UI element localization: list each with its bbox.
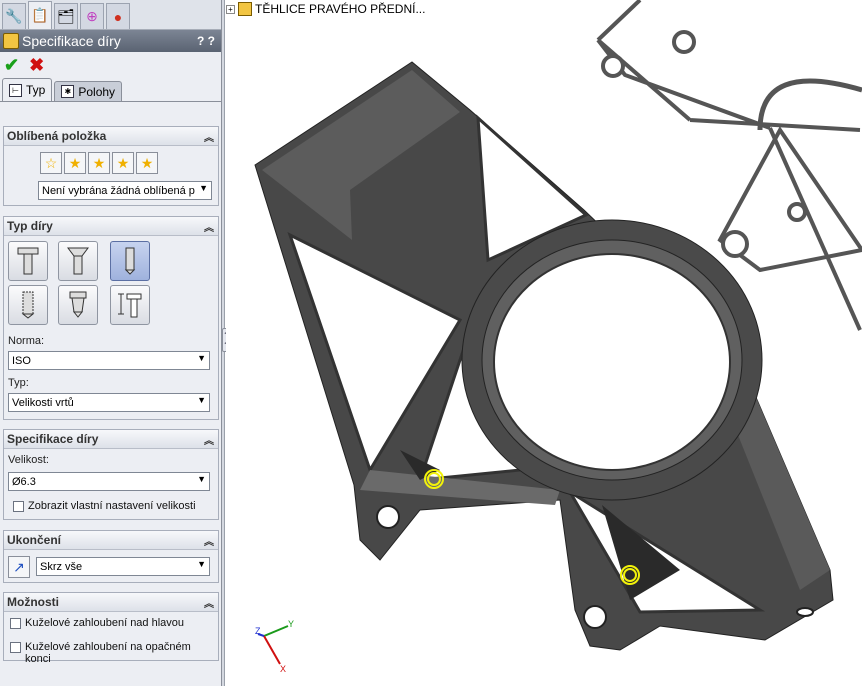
counterbore-button[interactable]	[8, 241, 48, 281]
property-manager-header: Specifikace díry ? ?	[0, 30, 221, 52]
type-tab-icon: ⊢	[9, 83, 22, 97]
collapse-chevron-icon[interactable]: ︽	[204, 533, 214, 548]
featuremanager-icon: 🔧	[5, 8, 23, 24]
save-favorite-icon[interactable]: ★	[112, 152, 134, 174]
end-condition-group: Ukončení ︽ ↗ Skrz vše ▼	[3, 530, 219, 583]
reverse-direction-icon[interactable]: ↗	[8, 556, 30, 578]
countersink-icon	[67, 247, 89, 275]
counterbore-icon	[17, 247, 39, 275]
configurationmanager-tab[interactable]: 🗂	[54, 3, 78, 29]
manager-tabstrip: 🔧 📋 🗂 ⊕ ●	[0, 0, 221, 30]
configurationmanager-icon: 🗂	[57, 8, 75, 24]
hole-type-group-header[interactable]: Typ díry ︽	[4, 217, 218, 236]
legacy-hole-icon	[118, 293, 142, 318]
hole-spec-group-title: Specifikace díry	[7, 432, 99, 446]
chevron-down-icon: ▼	[199, 183, 208, 193]
size-label: Velikost:	[8, 454, 49, 466]
dimxpert-icon: ⊕	[86, 8, 98, 24]
display-manager-tab[interactable]: ●	[106, 3, 130, 29]
action-row: ✔ ✖	[0, 52, 221, 78]
hole-type-group-title: Typ díry	[7, 219, 53, 233]
reference-triad: Y X Z	[255, 619, 294, 672]
standard-select[interactable]: ISO ▼	[8, 351, 210, 370]
triad-y-label: Y	[288, 619, 294, 629]
cancel-button[interactable]: ✖	[29, 55, 44, 76]
dimxpert-tab[interactable]: ⊕	[80, 3, 104, 29]
favorites-group: Oblíbená položka ︽ ☆ ★ ★ ★ ★ Není vybrán…	[3, 126, 219, 206]
countersink-button[interactable]	[58, 241, 98, 281]
page-title: Specifikace díry	[22, 33, 121, 49]
favorite-select[interactable]: Není vybrána žádná oblíbená p ▼	[38, 181, 212, 200]
collapse-chevron-icon[interactable]: ︽	[204, 219, 214, 234]
propertymanager-icon: 📋	[31, 7, 49, 23]
size-select[interactable]: Ø6.3 ▼	[8, 472, 210, 491]
options-group-header[interactable]: Možnosti ︽	[4, 593, 218, 612]
graphics-viewport[interactable]: Y X Z	[226, 0, 862, 686]
legacy-hole-button[interactable]	[110, 285, 150, 325]
expand-icon[interactable]: +	[226, 4, 235, 14]
simple-hole-icon	[124, 247, 136, 275]
tree-root-label: TĚHLICE PRAVÉHO PŘEDNÍ...	[255, 2, 426, 16]
hole-spec-group: Specifikace díry ︽ Velikost: Ø6.3 ▼ Zobr…	[3, 429, 219, 520]
simple-hole-button[interactable]	[110, 241, 150, 281]
bearing-ring	[461, 219, 763, 501]
custom-size-label: Zobrazit vlastní nastavení velikosti	[28, 500, 196, 512]
tab-typ[interactable]: ⊢ Typ	[2, 78, 53, 101]
hole-spec-group-header[interactable]: Specifikace díry ︽	[4, 430, 218, 449]
display-manager-icon: ●	[113, 8, 123, 25]
part-model	[254, 0, 862, 651]
options-group: Možnosti ︽ Kuželové zahloubení nad hlavo…	[3, 592, 219, 665]
tapped-hole-icon	[21, 291, 35, 319]
feature-tree-flyout[interactable]: + TĚHLICE PRAVÉHO PŘEDNÍ...	[226, 2, 425, 16]
end-condition-group-title: Ukončení	[7, 533, 62, 547]
property-manager-panel: 🔧 📋 🗂 ⊕ ● Specifikace díry ? ? ✔ ✖ ⊢ Typ…	[0, 0, 222, 686]
help-icon[interactable]: ? ?	[197, 34, 215, 48]
featuremanager-tab[interactable]: 🔧	[2, 3, 26, 29]
favorites-group-title: Oblíbená položka	[7, 129, 107, 143]
part-icon	[238, 2, 252, 16]
triad-x-label: X	[280, 664, 286, 672]
standard-select-value: ISO	[12, 354, 31, 367]
chevron-down-icon: ▼	[197, 395, 206, 405]
collapse-chevron-icon[interactable]: ︽	[204, 129, 214, 144]
tab-polohy[interactable]: ✱ Polohy	[54, 81, 123, 101]
chevron-down-icon: ▼	[197, 559, 206, 569]
favorites-group-header[interactable]: Oblíbená položka ︽	[4, 127, 218, 146]
head-countersink-label: Kuželové zahloubení nad hlavou	[25, 617, 185, 629]
apply-favorite-icon[interactable]: ☆	[40, 152, 62, 174]
add-favorite-icon[interactable]: ★	[64, 152, 86, 174]
far-side-countersink-checkbox[interactable]	[10, 642, 21, 653]
delete-favorite-icon[interactable]: ★	[88, 152, 110, 174]
tab-typ-label: Typ	[26, 83, 46, 97]
chevron-down-icon: ▼	[197, 474, 206, 484]
collapse-chevron-icon[interactable]: ︽	[204, 432, 214, 447]
hole-wizard-icon	[3, 33, 19, 49]
far-side-countersink-label: Kuželové zahloubení na opačném konci	[25, 641, 191, 665]
favorite-select-value: Není vybrána žádná oblíbená p	[42, 184, 195, 197]
standard-label: Norma:	[8, 335, 45, 347]
type-select[interactable]: Velikosti vrtů ▼	[8, 393, 210, 412]
custom-size-checkbox[interactable]	[13, 501, 24, 512]
pipe-tap-button[interactable]	[58, 285, 98, 325]
subtabs: ⊢ Typ ✱ Polohy	[0, 78, 221, 102]
type-label: Typ:	[8, 377, 29, 389]
size-select-value: Ø6.3	[12, 475, 36, 488]
end-condition-select[interactable]: Skrz vše ▼	[36, 557, 210, 576]
pipe-tap-icon	[69, 291, 87, 318]
type-select-value: Velikosti vrtů	[12, 396, 74, 409]
chevron-down-icon: ▼	[197, 353, 206, 363]
positions-tab-icon: ✱	[61, 85, 75, 98]
ok-button[interactable]: ✔	[4, 55, 19, 76]
hole-type-group: Typ díry ︽ Norma: ISO ▼ Typ: Velikosti v…	[3, 216, 219, 420]
triad-z-label: Z	[255, 626, 261, 636]
end-condition-select-value: Skrz vše	[40, 560, 83, 573]
collapse-chevron-icon[interactable]: ︽	[204, 595, 214, 610]
propertymanager-tab[interactable]: 📋	[28, 1, 52, 29]
tapped-hole-button[interactable]	[8, 285, 48, 325]
end-condition-group-header[interactable]: Ukončení ︽	[4, 531, 218, 550]
options-group-title: Možnosti	[7, 595, 59, 609]
tab-polohy-label: Polohy	[78, 84, 116, 99]
load-favorite-icon[interactable]: ★	[136, 152, 158, 174]
head-countersink-checkbox[interactable]	[10, 618, 21, 629]
